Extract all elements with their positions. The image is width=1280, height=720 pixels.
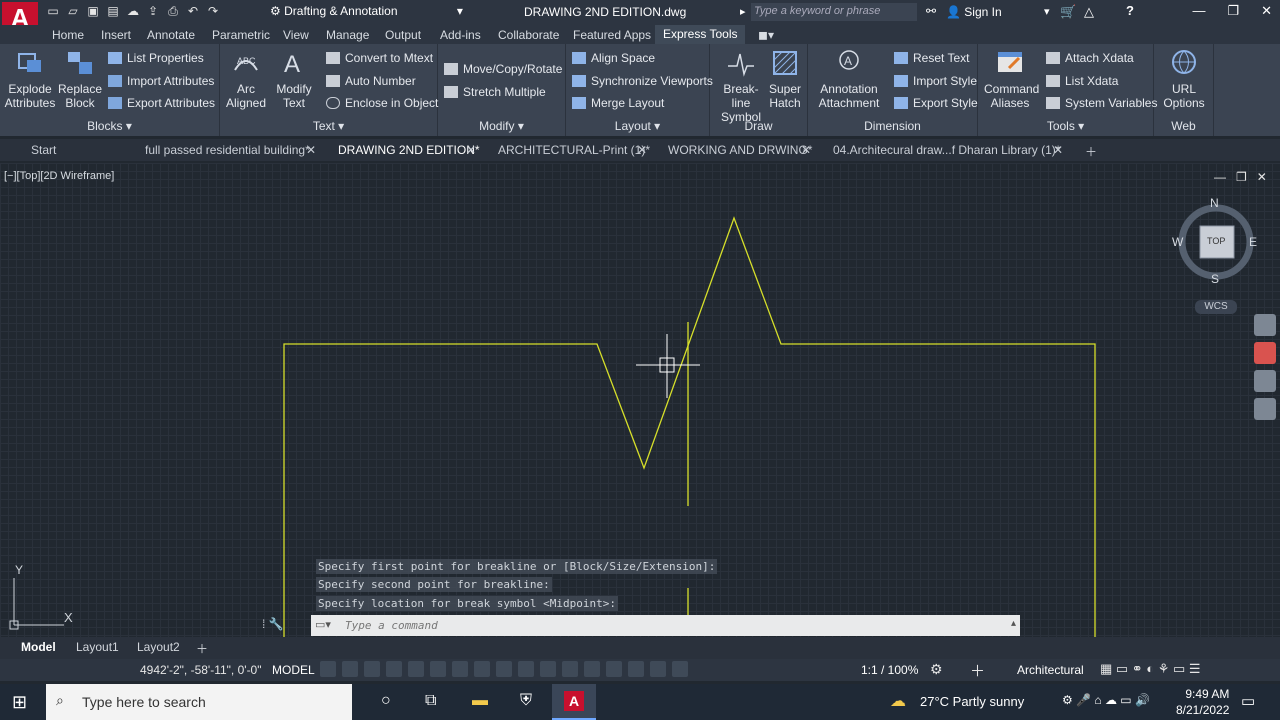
command-history-line: Specify second point for breakline: xyxy=(316,577,552,592)
compass-south[interactable]: S xyxy=(1211,272,1219,286)
weather-icon: ☁ xyxy=(890,693,906,710)
transparency-icon[interactable] xyxy=(518,661,534,677)
ortho-icon[interactable] xyxy=(386,661,402,677)
command-line-grip[interactable]: ⁞ 🔧 xyxy=(262,617,310,635)
lineweight-icon[interactable] xyxy=(496,661,512,677)
notifications-icon[interactable]: ▭ xyxy=(1241,692,1255,710)
navigation-bar xyxy=(1252,308,1278,426)
object-snap-tracking-icon[interactable] xyxy=(452,661,468,677)
command-line[interactable]: ▭▾ Type a command ▴ xyxy=(311,615,1020,636)
svg-text:Y: Y xyxy=(15,563,23,577)
infer-icon[interactable] xyxy=(364,661,380,677)
file-explorer-icon[interactable]: ▬ xyxy=(472,692,488,710)
model-space-toggle[interactable]: MODEL xyxy=(272,663,315,677)
breakline-polyline xyxy=(283,216,1096,637)
layout-tabs: Model Layout1 Layout2 ＋ xyxy=(0,637,1280,659)
gallery-icon[interactable] xyxy=(1254,370,1276,392)
layout-tab-layout2[interactable]: Layout2 xyxy=(137,640,180,654)
coordinates-readout[interactable]: 4942'-2", -58'-11", 0'-0" xyxy=(140,663,262,677)
dynamic-ucs-icon[interactable] xyxy=(584,661,600,677)
object-snap-icon[interactable] xyxy=(474,661,490,677)
selection-filter-icon[interactable] xyxy=(606,661,622,677)
search-icon: ⌕ xyxy=(56,692,64,708)
security-shield-icon[interactable]: ⛨ xyxy=(520,692,532,710)
annotation-scale[interactable]: 1:1 / 100% xyxy=(861,663,918,677)
ucs-icon: Y X xyxy=(9,563,73,630)
gear-icon[interactable]: ⚙ xyxy=(930,661,943,678)
windows-taskbar: ⊞ ⌕ Type here to search ○ ⧉ ▬ ⛨ A ☁ 27°C… xyxy=(0,684,1280,720)
quick-properties-icon[interactable]: ▦ ▭ ⚭ ◐ ⚘ ▭ ☰ xyxy=(1100,661,1201,677)
auto-scale-icon[interactable] xyxy=(672,661,688,677)
layout-tab-model[interactable]: Model xyxy=(21,640,56,654)
units-selector[interactable]: Architectural xyxy=(1017,663,1084,677)
chevron-up-icon[interactable]: ▴ xyxy=(1011,618,1016,629)
cortana-icon[interactable]: ○ xyxy=(381,692,391,710)
taskbar-search-label: Type here to search xyxy=(82,694,206,710)
taskbar-clock[interactable]: 9:49 AM 8/21/2022 xyxy=(1176,686,1229,718)
viewcube[interactable]: N S E W TOP xyxy=(1172,196,1258,286)
annotation-visibility-icon[interactable] xyxy=(650,661,666,677)
grid-icon[interactable] xyxy=(320,661,336,677)
crosshair-cursor xyxy=(636,334,700,398)
task-view-icon[interactable]: ⧉ xyxy=(425,692,436,710)
command-prompt-icon[interactable]: ▭▾ xyxy=(315,618,331,631)
record-icon[interactable] xyxy=(1254,342,1276,364)
drafting-toggles xyxy=(320,661,688,677)
compass-east[interactable]: E xyxy=(1249,235,1257,249)
plus-icon[interactable]: ＋ xyxy=(970,660,985,681)
command-history-line: Specify location for break symbol <Midpo… xyxy=(316,596,619,611)
viewcube-top-face[interactable]: TOP xyxy=(1207,236,1225,246)
gizmo-icon[interactable] xyxy=(628,661,644,677)
autocad-taskbar-button[interactable]: A xyxy=(552,684,596,720)
snap-icon[interactable] xyxy=(342,661,358,677)
compass-north[interactable]: N xyxy=(1210,196,1219,210)
polar-icon[interactable] xyxy=(408,661,424,677)
selection-cycling-icon[interactable] xyxy=(540,661,556,677)
taskbar-search[interactable]: ⌕ Type here to search xyxy=(46,684,352,720)
drawing-geometry: Y X xyxy=(9,216,1096,637)
windows-start-icon[interactable]: ⊞ xyxy=(12,692,27,713)
system-tray-icons[interactable]: ⚙ 🎤 ⌂ ☁ ▭ 🔊 xyxy=(1062,693,1150,707)
clock-time: 9:49 AM xyxy=(1185,687,1230,701)
autocad-app-icon: A xyxy=(564,691,584,711)
clock-date: 8/21/2022 xyxy=(1176,703,1230,717)
add-layout-icon[interactable]: ＋ xyxy=(196,640,208,657)
wcs-menu[interactable]: WCS xyxy=(1195,300,1237,314)
3d-osnap-icon[interactable] xyxy=(562,661,578,677)
weather-status[interactable]: 27°C Partly sunny xyxy=(920,694,1024,709)
settings-icon[interactable] xyxy=(1254,398,1276,420)
command-input[interactable]: Type a command xyxy=(345,619,438,632)
command-history-line: Specify first point for breakline or [Bl… xyxy=(316,559,718,574)
status-bar: 4942'-2", -58'-11", 0'-0" MODEL 1:1 / 10… xyxy=(0,659,1280,681)
svg-text:X: X xyxy=(64,610,73,625)
compass-west[interactable]: W xyxy=(1172,235,1183,249)
layout-tab-layout1[interactable]: Layout1 xyxy=(76,640,119,654)
isodraft-icon[interactable] xyxy=(430,661,446,677)
camera-icon[interactable] xyxy=(1254,314,1276,336)
